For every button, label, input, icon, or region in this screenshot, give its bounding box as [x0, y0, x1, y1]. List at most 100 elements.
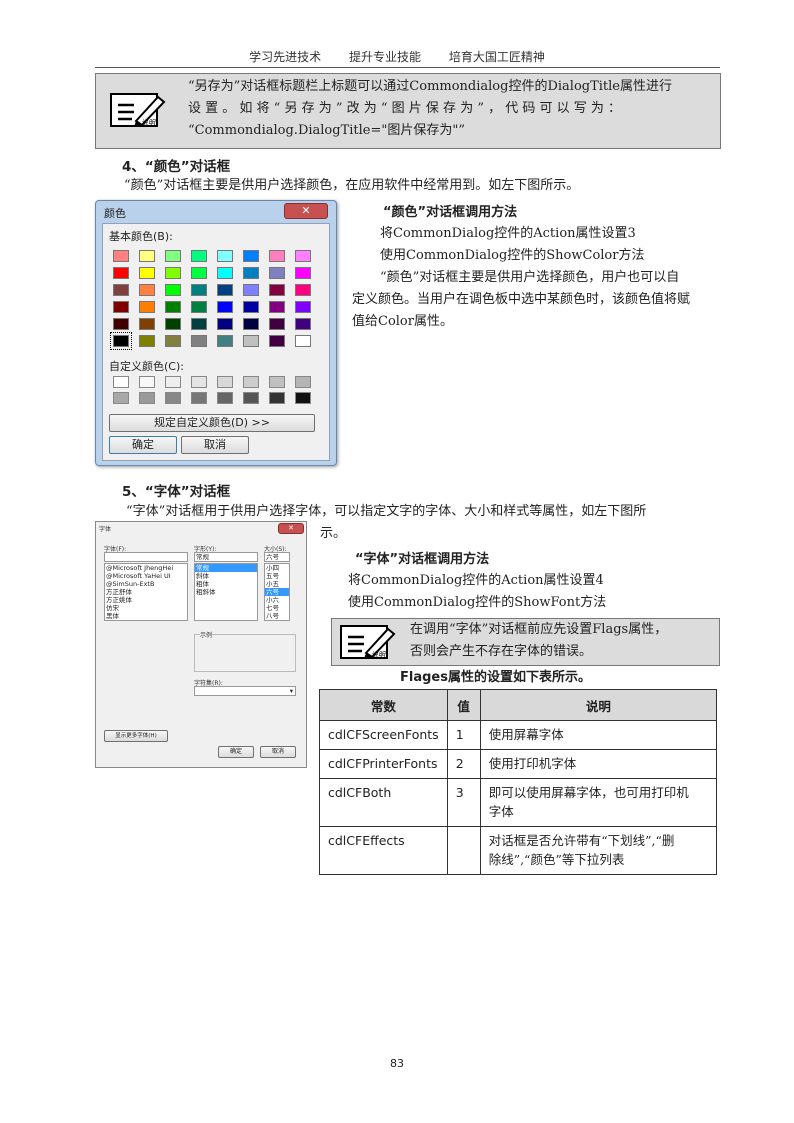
- font-list-item[interactable]: 方正姚体: [105, 596, 187, 604]
- style-input[interactable]: 常规: [194, 552, 258, 562]
- cancel-button[interactable]: 取消: [260, 746, 296, 758]
- custom-color-swatch[interactable]: [243, 392, 259, 404]
- style-list-item[interactable]: 粗体: [195, 580, 257, 588]
- color-swatch[interactable]: [269, 301, 285, 313]
- custom-color-swatch[interactable]: [295, 376, 311, 388]
- color-swatch[interactable]: [217, 335, 233, 347]
- custom-color-swatch[interactable]: [113, 376, 129, 388]
- close-button[interactable]: ✕: [278, 523, 304, 534]
- color-swatch[interactable]: [191, 267, 207, 279]
- color-swatch[interactable]: [295, 318, 311, 330]
- font-list-item[interactable]: 仿宋: [105, 604, 187, 612]
- font-list-item[interactable]: 黑体: [105, 612, 187, 620]
- style-list[interactable]: 常规 斜体 粗体 粗斜体: [194, 563, 258, 621]
- color-swatch[interactable]: [165, 318, 181, 330]
- color-swatch[interactable]: [139, 318, 155, 330]
- custom-color-swatch[interactable]: [269, 376, 285, 388]
- step-line: 使用CommonDialog控件的ShowFont方法: [348, 595, 607, 610]
- color-swatch[interactable]: [113, 250, 129, 262]
- color-swatch[interactable]: [217, 301, 233, 313]
- color-swatch[interactable]: [191, 318, 207, 330]
- color-swatch[interactable]: [165, 301, 181, 313]
- custom-color-swatch[interactable]: [191, 392, 207, 404]
- color-swatch[interactable]: [191, 284, 207, 296]
- custom-color-swatch[interactable]: [165, 376, 181, 388]
- font-list[interactable]: @Microsoft JhengHei @Microsoft YaHei UI @S…: [104, 563, 188, 621]
- style-list-item[interactable]: 常规: [195, 564, 257, 572]
- font-input[interactable]: [104, 552, 188, 562]
- color-swatch[interactable]: [113, 301, 129, 313]
- size-list-item[interactable]: 六号: [265, 588, 289, 596]
- custom-color-swatch[interactable]: [113, 392, 129, 404]
- custom-color-swatch[interactable]: [165, 392, 181, 404]
- size-list-item[interactable]: 小五: [265, 580, 289, 588]
- color-swatch[interactable]: [295, 250, 311, 262]
- custom-color-swatch[interactable]: [243, 376, 259, 388]
- size-list-item[interactable]: 五号: [265, 572, 289, 580]
- color-swatch[interactable]: [295, 335, 311, 347]
- color-swatch[interactable]: [113, 318, 129, 330]
- font-list-item[interactable]: 方正舒体: [105, 588, 187, 596]
- color-swatch[interactable]: [165, 284, 181, 296]
- cancel-button[interactable]: 取消: [181, 436, 249, 454]
- close-button[interactable]: ✕: [284, 203, 328, 219]
- define-custom-colors-button[interactable]: 规定自定义颜色(D) >>: [109, 414, 315, 432]
- custom-color-swatch[interactable]: [269, 392, 285, 404]
- color-swatch[interactable]: [165, 250, 181, 262]
- color-swatch[interactable]: [165, 267, 181, 279]
- size-list-item[interactable]: 小四: [265, 564, 289, 572]
- color-swatch[interactable]: [243, 250, 259, 262]
- color-swatch[interactable]: [295, 284, 311, 296]
- color-swatch[interactable]: [217, 250, 233, 262]
- color-swatch[interactable]: [243, 267, 259, 279]
- color-swatch[interactable]: [269, 284, 285, 296]
- color-swatch[interactable]: [110, 332, 132, 350]
- color-swatch[interactable]: [139, 250, 155, 262]
- color-swatch[interactable]: [113, 284, 129, 296]
- color-swatch[interactable]: [295, 301, 311, 313]
- style-list-item[interactable]: 斜体: [195, 572, 257, 580]
- style-list-item[interactable]: 粗斜体: [195, 588, 257, 596]
- size-list[interactable]: 小四 五号 小五 六号 小六 七号 八号: [264, 563, 290, 621]
- svg-text:说明: 说明: [371, 651, 386, 659]
- color-swatch[interactable]: [243, 284, 259, 296]
- color-swatch[interactable]: [243, 301, 259, 313]
- color-swatch[interactable]: [113, 267, 129, 279]
- custom-color-swatch[interactable]: [295, 392, 311, 404]
- color-swatch[interactable]: [217, 267, 233, 279]
- size-input[interactable]: 六号: [264, 552, 290, 562]
- color-swatch[interactable]: [217, 284, 233, 296]
- color-swatch[interactable]: [217, 318, 233, 330]
- color-swatch[interactable]: [269, 250, 285, 262]
- ok-button[interactable]: 确定: [109, 436, 177, 454]
- size-list-item[interactable]: 八号: [265, 612, 289, 620]
- color-swatch[interactable]: [243, 335, 259, 347]
- color-swatch[interactable]: [243, 318, 259, 330]
- custom-color-swatch[interactable]: [139, 376, 155, 388]
- custom-color-swatch[interactable]: [217, 392, 233, 404]
- font-list-item[interactable]: @Microsoft YaHei UI: [105, 572, 187, 580]
- size-list-item[interactable]: 小六: [265, 596, 289, 604]
- color-swatch[interactable]: [269, 318, 285, 330]
- color-swatch[interactable]: [295, 267, 311, 279]
- size-list-item[interactable]: 七号: [265, 604, 289, 612]
- color-swatch[interactable]: [139, 335, 155, 347]
- color-swatch[interactable]: [139, 267, 155, 279]
- color-swatch[interactable]: [269, 267, 285, 279]
- color-swatch[interactable]: [269, 335, 285, 347]
- show-more-fonts-button[interactable]: 显示更多字体(H): [104, 730, 168, 742]
- script-select[interactable]: ▾: [194, 686, 296, 696]
- color-swatch[interactable]: [191, 301, 207, 313]
- font-list-item[interactable]: @Microsoft JhengHei: [105, 564, 187, 572]
- color-swatch[interactable]: [139, 284, 155, 296]
- custom-color-swatch[interactable]: [217, 376, 233, 388]
- chevron-down-icon: ▾: [289, 687, 293, 695]
- color-swatch[interactable]: [139, 301, 155, 313]
- color-swatch[interactable]: [165, 335, 181, 347]
- color-swatch[interactable]: [191, 250, 207, 262]
- font-list-item[interactable]: @SimSun-ExtB: [105, 580, 187, 588]
- custom-color-swatch[interactable]: [139, 392, 155, 404]
- color-swatch[interactable]: [191, 335, 207, 347]
- ok-button[interactable]: 确定: [218, 746, 254, 758]
- custom-color-swatch[interactable]: [191, 376, 207, 388]
